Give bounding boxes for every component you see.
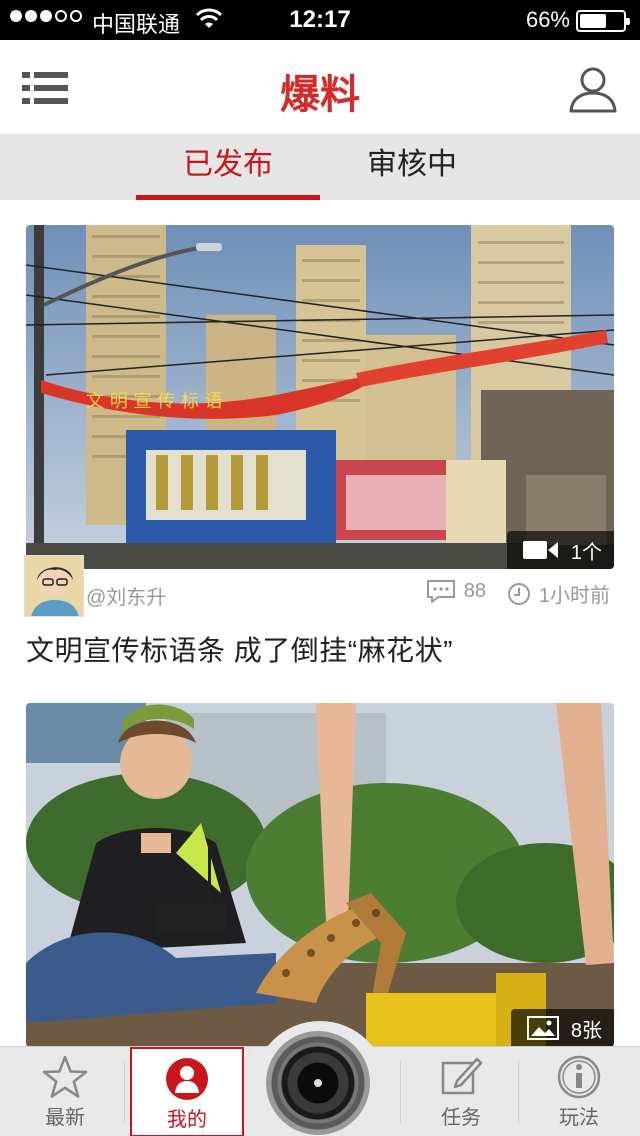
battery-icon [576, 10, 630, 32]
tabbar-divider [400, 1061, 401, 1123]
info-icon [557, 1055, 601, 1099]
tabbar-latest-label: 最新 [45, 1107, 85, 1129]
page-title: 爆料 [280, 73, 360, 117]
tabbar-tasks[interactable]: 任务 [404, 1047, 518, 1136]
svg-text:文 明 宣 传 标 语: 文 明 宣 传 标 语 [86, 391, 223, 412]
clock-icon [507, 582, 530, 605]
edit-task-icon [441, 1057, 483, 1095]
street-scene-image: 文 明 宣 传 标 语 [26, 225, 614, 569]
tabbar-divider [518, 1061, 519, 1123]
comment-bubble-icon [426, 580, 455, 603]
tab-under-review[interactable]: 审核中 [320, 134, 504, 200]
tabbar-divider [124, 1061, 125, 1123]
media-count: 1个 [570, 541, 602, 564]
photo-count-badge: 8张 [510, 1009, 614, 1046]
battery-percent: 66% [525, 7, 570, 32]
avatar-image [25, 556, 83, 616]
post-time: 1小时前 [507, 579, 610, 608]
tabbar-gameplay[interactable]: 玩法 [522, 1047, 636, 1136]
nav-bar: 爆料 [0, 40, 640, 134]
comment-count[interactable]: 88 [426, 579, 486, 603]
card-photo[interactable]: 文 明 宣 传 标 语 1个 [26, 225, 614, 569]
user-profile-icon[interactable] [568, 64, 618, 114]
list-menu-icon[interactable] [22, 70, 68, 106]
tab-published[interactable]: 已发布 [136, 134, 320, 200]
tabbar-gameplay-label: 玩法 [559, 1107, 599, 1129]
video-camera-icon [522, 541, 558, 559]
comment-count-value: 88 [463, 579, 486, 602]
boy-and-heels-image [26, 703, 614, 1046]
avatar[interactable] [24, 555, 84, 617]
tabbar-latest[interactable]: 最新 [8, 1047, 122, 1136]
news-feed[interactable]: 文 明 宣 传 标 语 1个 @刘东升 88 1小时前 文明宣传标语条 成了倒挂… [0, 200, 640, 1046]
tabbar-mine-label: 我的 [167, 1109, 207, 1131]
feed-card[interactable]: 8张 [26, 703, 614, 1046]
person-icon [166, 1058, 208, 1100]
status-bar: 中国联通 12:17 66% [0, 0, 640, 40]
media-count: 8张 [570, 1019, 602, 1042]
photo-icon [526, 1016, 559, 1040]
star-icon [42, 1055, 88, 1098]
feed-card[interactable]: 文 明 宣 传 标 语 1个 @刘东升 88 1小时前 文明宣传标语条 成了倒挂… [24, 225, 614, 669]
segment-tabs: 已发布 审核中 [0, 134, 640, 200]
card-title[interactable]: 文明宣传标语条 成了倒挂“麻花状” [26, 629, 614, 669]
tabbar-mine[interactable]: 我的 [130, 1047, 244, 1136]
video-count-badge: 1个 [506, 531, 614, 569]
card-photo[interactable]: 8张 [26, 703, 614, 1046]
author-name[interactable]: @刘东升 [86, 581, 166, 610]
camera-lens-icon[interactable] [266, 1031, 370, 1135]
tabbar-tasks-label: 任务 [441, 1107, 481, 1129]
post-time-value: 1小时前 [538, 585, 610, 607]
card-meta: @刘东升 88 1小时前 [24, 555, 614, 629]
bottom-tab-bar: 最新 我的 任务 玩法 [0, 1021, 640, 1136]
